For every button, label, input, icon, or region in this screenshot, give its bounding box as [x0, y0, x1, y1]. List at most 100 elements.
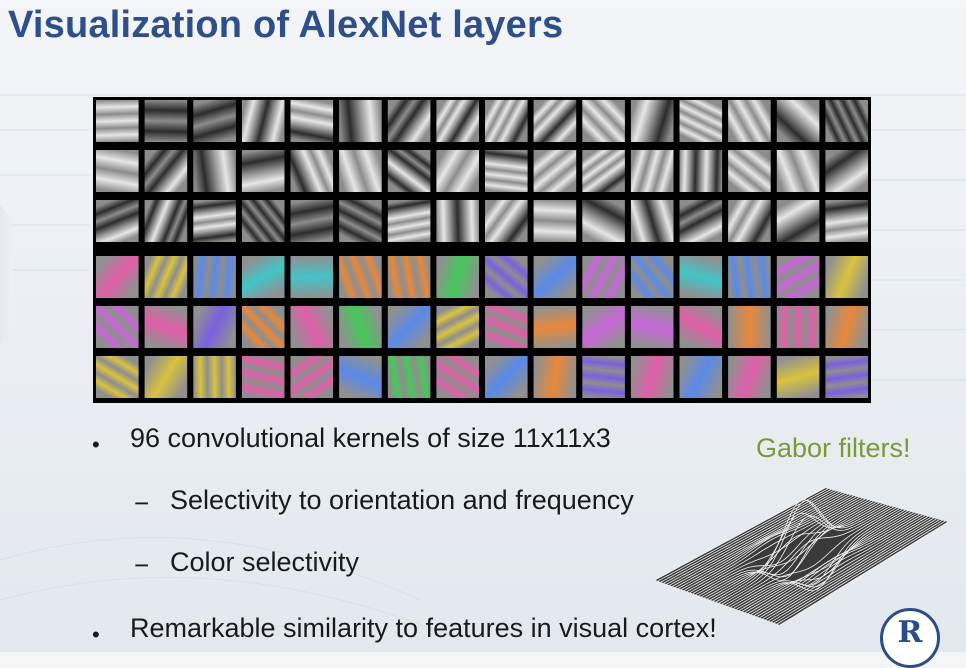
kernel-tile — [582, 100, 625, 142]
kernel-tile — [728, 356, 771, 398]
kernel-grid — [96, 100, 868, 398]
kernel-grid-frame — [93, 97, 871, 403]
sub-bullet-color: Color selectivity — [170, 547, 360, 577]
kernel-tile — [96, 100, 139, 142]
kernel-tile — [290, 200, 334, 242]
kernel-tile — [728, 200, 771, 242]
kernel-tile — [776, 150, 820, 192]
kernel-tile — [436, 200, 479, 242]
kernel-tile — [436, 306, 479, 348]
sub-bullet-marker: − — [134, 488, 150, 518]
kernel-tile — [193, 100, 236, 142]
presenter-silhouette — [0, 200, 12, 350]
kernel-tile — [679, 200, 723, 242]
university-logo: R — [880, 608, 940, 668]
kernel-tile — [825, 256, 868, 298]
kernel-tile — [533, 100, 577, 142]
kernel-tile — [96, 200, 139, 242]
kernel-tile — [387, 356, 431, 398]
kernel-tile — [387, 256, 431, 298]
kernel-tile — [728, 150, 771, 192]
kernel-tile — [533, 150, 577, 192]
kernel-tile — [436, 256, 479, 298]
kernel-tile — [96, 256, 139, 298]
kernel-tile — [533, 356, 577, 398]
kernel-tile — [387, 100, 431, 142]
kernel-tile — [776, 200, 820, 242]
kernel-tile — [776, 100, 820, 142]
kernel-tile — [485, 306, 528, 348]
sub-bullet-orientation: Selectivity to orientation and frequency — [170, 485, 634, 515]
kernel-tile — [193, 306, 236, 348]
kernel-tile — [582, 306, 625, 348]
kernel-tile — [339, 256, 382, 298]
gabor-surface-plot — [654, 487, 949, 626]
kernel-tile — [485, 356, 528, 398]
bullet-cortex: Remarkable similarity to features in vis… — [130, 613, 717, 643]
kernel-tile — [144, 150, 188, 192]
kernel-tile — [582, 256, 625, 298]
kernel-tile — [339, 356, 382, 398]
kernel-tile — [825, 100, 868, 142]
kernel-tile — [679, 150, 723, 192]
kernel-tile — [485, 100, 528, 142]
kernel-tile — [630, 200, 674, 242]
kernel-tile — [387, 150, 431, 192]
kernel-tile — [241, 306, 285, 348]
kernel-tile — [436, 100, 479, 142]
kernel-tile — [241, 200, 285, 242]
bullet-kernels: 96 convolutional kernels of size 11x11x3 — [130, 423, 611, 453]
kernel-tile — [728, 100, 771, 142]
kernel-tile — [290, 256, 334, 298]
kernel-tile — [630, 150, 674, 192]
kernel-tile — [825, 150, 868, 192]
kernel-tile — [776, 306, 820, 348]
kernel-tile — [193, 200, 236, 242]
kernel-tile — [728, 256, 771, 298]
gabor-filters-label: Gabor filters! — [756, 433, 911, 463]
kernel-tile — [96, 356, 139, 398]
kernel-tile — [339, 150, 382, 192]
kernel-tile — [776, 356, 820, 398]
sub-bullet-marker: − — [134, 550, 150, 580]
kernel-tile — [679, 356, 723, 398]
kernel-tile — [241, 256, 285, 298]
kernel-tile — [290, 306, 334, 348]
kernel-tile — [339, 200, 382, 242]
kernel-tile — [436, 150, 479, 192]
kernel-tile — [533, 306, 577, 348]
kernel-tile — [630, 100, 674, 142]
kernel-tile — [825, 306, 868, 348]
kernel-tile — [241, 100, 285, 142]
kernel-tile — [679, 100, 723, 142]
kernel-tile — [193, 150, 236, 192]
kernel-tile — [241, 150, 285, 192]
slide-title: Visualization of AlexNet layers — [8, 4, 564, 46]
kernel-tile — [825, 356, 868, 398]
kernel-tile — [728, 306, 771, 348]
kernel-tile — [776, 256, 820, 298]
kernel-tile — [582, 356, 625, 398]
kernel-tile — [485, 200, 528, 242]
kernel-tile — [582, 200, 625, 242]
kernel-tile — [387, 306, 431, 348]
kernel-tile — [339, 100, 382, 142]
kernel-tile — [290, 100, 334, 142]
kernel-tile — [144, 306, 188, 348]
kernel-tile — [96, 306, 139, 348]
kernel-tile — [144, 200, 188, 242]
kernel-tile — [679, 306, 723, 348]
kernel-tile — [582, 150, 625, 192]
kernel-tile — [679, 256, 723, 298]
kernel-tile — [533, 256, 577, 298]
kernel-tile — [96, 150, 139, 192]
kernel-tile — [290, 150, 334, 192]
kernel-tile — [193, 356, 236, 398]
kernel-tile — [144, 256, 188, 298]
kernel-tile — [387, 200, 431, 242]
kernel-tile — [339, 306, 382, 348]
bullet-marker: • — [92, 622, 100, 647]
kernel-tile — [241, 356, 285, 398]
kernel-tile — [630, 356, 674, 398]
kernel-tile — [485, 256, 528, 298]
